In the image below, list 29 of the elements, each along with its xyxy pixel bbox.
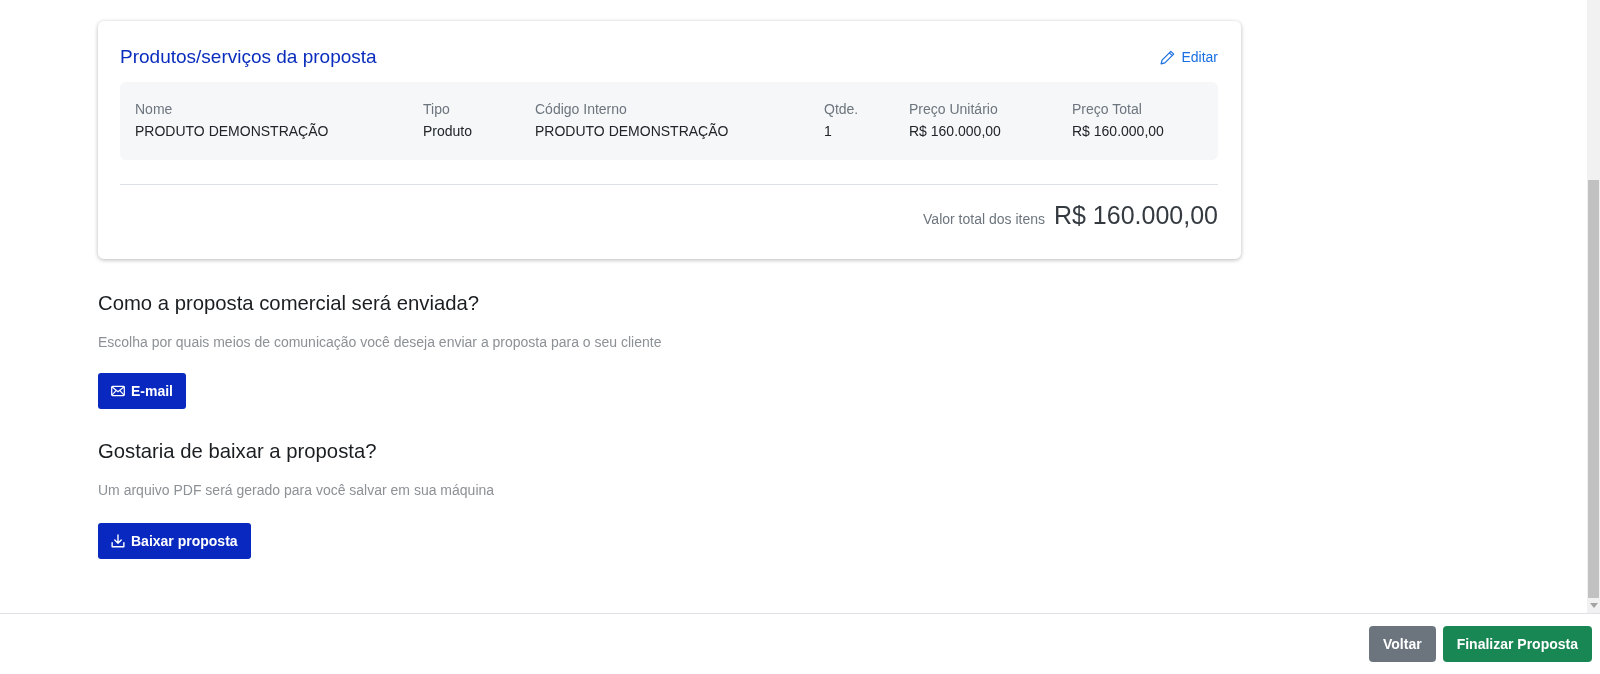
download-button[interactable]: Baixar proposta bbox=[98, 523, 251, 559]
column-header: Tipo bbox=[423, 100, 451, 119]
table-cell-text: 1 bbox=[824, 122, 833, 141]
scrollbar-thumb[interactable] bbox=[1588, 180, 1599, 598]
email-button[interactable]: E-mail bbox=[98, 373, 186, 409]
section-heading: Como a proposta comercial será enviada? bbox=[98, 291, 480, 316]
total-label: Valor total dos itens bbox=[923, 211, 1045, 227]
table-cell-text: R$ 160.000,00 bbox=[1072, 122, 1165, 141]
column-header: Nome bbox=[135, 100, 174, 119]
scroll-down-arrow-icon bbox=[1589, 603, 1598, 608]
finish-button[interactable]: Finalizar Proposta bbox=[1442, 626, 1592, 662]
total-value: R$ 160.000,00 bbox=[1053, 201, 1218, 230]
table-cell-text: PRODUTO DEMONSTRAÇÃO bbox=[135, 122, 330, 141]
column-header: Preço Total bbox=[1072, 100, 1143, 119]
pencil-icon bbox=[1160, 49, 1176, 65]
section-description: Um arquivo PDF será gerado para você salvar em sua máquina bbox=[98, 481, 495, 500]
column-header: Preço Unitário bbox=[909, 100, 999, 119]
section-heading: Gostaria de baixar a proposta? bbox=[98, 439, 377, 464]
table-cell-text: Produto bbox=[423, 122, 474, 141]
table-cell-text: R$ 160.000,00 bbox=[909, 122, 1002, 141]
back-button[interactable]: Voltar bbox=[1369, 626, 1436, 662]
envelope-icon bbox=[111, 384, 125, 398]
download-icon bbox=[111, 534, 125, 548]
edit-link[interactable]: Editar bbox=[1160, 47, 1218, 67]
section-description: Escolha por quais meios de comunicação você deseja enviar a proposta para o seu cliente bbox=[98, 333, 662, 352]
column-header: Código Interno bbox=[535, 100, 628, 119]
table-cell-text: PRODUTO DEMONSTRAÇÃO bbox=[535, 122, 730, 141]
column-header: Qtde. bbox=[824, 100, 860, 119]
card-title: Produtos/serviços da proposta bbox=[120, 45, 377, 69]
